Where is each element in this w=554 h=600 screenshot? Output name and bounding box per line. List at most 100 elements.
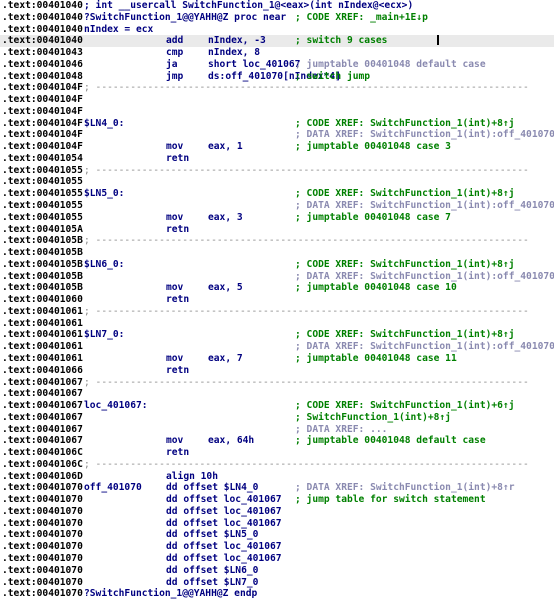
- line-comment: ; jumptable 00401048 case 7: [295, 211, 451, 223]
- listing-row[interactable]: .text:0040104F: [0, 106, 554, 118]
- listing-row[interactable]: .text:0040106C retn: [0, 447, 554, 459]
- listing-row[interactable]: .text:00401067 loc_401067: ; CODE XREF: Sw…: [0, 400, 554, 412]
- listing-row[interactable]: .text:00401067: [0, 388, 554, 400]
- listing-row[interactable]: .text:00401061; ------------------------…: [0, 306, 554, 318]
- separator-line: ; --------------------------------------…: [84, 458, 529, 470]
- listing-row[interactable]: .text:0040106D align 10h: [0, 471, 554, 483]
- line-address: .text:0040104F: [2, 129, 83, 141]
- listing-row[interactable]: .text:00401070 dd offset loc_401067: [0, 541, 554, 553]
- listing-row[interactable]: .text:0040105B mov eax, 5 ; jumptable 00401…: [0, 282, 554, 294]
- listing-row[interactable]: .text:00401048 jmp ds:off_401070[nIndex*4]…: [0, 71, 554, 83]
- disassembly-listing[interactable]: .text:00401040; int __usercall SwitchFun…: [0, 0, 554, 599]
- listing-row[interactable]: .text:00401040 add nIndex, -3 ; switch 9 ca…: [0, 35, 554, 48]
- listing-row[interactable]: .text:00401055; ------------------------…: [0, 165, 554, 177]
- listing-row[interactable]: .text:00401070 dd offset $LN5_0: [0, 529, 554, 541]
- instruction-operands: eax, 7: [208, 352, 243, 364]
- instruction-mnemonic: dd offset $LN4_0: [166, 482, 259, 494]
- listing-row[interactable]: .text:0040106C; ------------------------…: [0, 459, 554, 471]
- instruction-operands: nIndex, 8: [208, 47, 260, 59]
- line-address: .text:0040105A: [2, 223, 83, 235]
- line-address: .text:0040106D: [2, 470, 83, 482]
- label-text: ?SwitchFunction_1@@YAHH@Z endp: [84, 588, 258, 600]
- listing-row[interactable]: .text:00401060 retn: [0, 294, 554, 306]
- listing-row[interactable]: .text:00401070 dd offset $LN7_0: [0, 577, 554, 589]
- line-address: .text:0040105B: [2, 270, 83, 282]
- instruction-mnemonic: mov: [166, 141, 184, 153]
- line-address: .text:00401070: [2, 529, 83, 541]
- instruction-mnemonic: retn: [166, 447, 190, 459]
- line-address: .text:00401061: [2, 352, 83, 364]
- listing-row[interactable]: .text:00401055 mov eax, 3 ; jumptable 00401…: [0, 212, 554, 224]
- listing-row[interactable]: .text:00401070 ?SwitchFunction_1@@YAHH@Z …: [0, 588, 554, 600]
- listing-row[interactable]: .text:0040105B; ------------------------…: [0, 235, 554, 247]
- instruction-operands: eax, 64h: [208, 435, 255, 447]
- instruction-mnemonic: dd offset loc_401067: [166, 541, 282, 553]
- line-address: .text:00401067: [2, 388, 83, 400]
- label-text: nIndex = ecx: [84, 23, 154, 35]
- listing-row[interactable]: .text:00401055 ; DATA XREF: SwitchFunctio…: [0, 200, 554, 212]
- listing-row[interactable]: .text:00401061: [0, 318, 554, 330]
- instruction-operands: eax, 3: [208, 211, 243, 223]
- listing-row[interactable]: .text:0040105B ; DATA XREF: SwitchFunctio…: [0, 271, 554, 283]
- listing-row[interactable]: .text:00401070 dd offset loc_401067: [0, 506, 554, 518]
- line-address: .text:00401070: [2, 541, 83, 553]
- instruction-mnemonic: dd offset loc_401067: [166, 552, 282, 564]
- line-comment: ; switch jump: [295, 70, 371, 82]
- line-comment: ; jump table for switch statement: [295, 494, 486, 506]
- listing-row[interactable]: .text:00401040; int __usercall SwitchFun…: [0, 0, 554, 12]
- listing-row[interactable]: .text:00401043 cmp nIndex, 8: [0, 47, 554, 59]
- listing-row[interactable]: .text:00401070 dd offset $LN6_0: [0, 565, 554, 577]
- listing-row[interactable]: .text:00401070 dd offset loc_401067 ; jump…: [0, 494, 554, 506]
- listing-row[interactable]: .text:00401040 nIndex = ecx: [0, 24, 554, 36]
- listing-row[interactable]: .text:0040105A retn: [0, 224, 554, 236]
- listing-row[interactable]: .text:0040104F ; DATA XREF: SwitchFunctio…: [0, 129, 554, 141]
- instruction-mnemonic: mov: [166, 211, 184, 223]
- listing-row[interactable]: .text:0040104F; ------------------------…: [0, 82, 554, 94]
- instruction-mnemonic: dd offset $LN5_0: [166, 529, 259, 541]
- line-comment: ; DATA XREF: SwitchFunction_1(int):off_4…: [295, 200, 554, 212]
- line-address: .text:00401061: [2, 305, 83, 317]
- listing-row[interactable]: .text:00401046 ja short loc_401067; jumpta…: [0, 59, 554, 71]
- listing-row[interactable]: .text:00401067 ; SwitchFunction_1(int)+8↑…: [0, 412, 554, 424]
- line-address: .text:00401040: [2, 35, 83, 47]
- listing-row[interactable]: .text:00401055: [0, 176, 554, 188]
- instruction-mnemonic: mov: [166, 282, 184, 294]
- label-text: $LN7_0:: [84, 329, 125, 341]
- line-address: .text:00401061: [2, 341, 83, 353]
- instruction-mnemonic: cmp: [166, 47, 184, 59]
- line-address: .text:00401040: [2, 23, 83, 35]
- listing-row[interactable]: .text:0040104F: [0, 94, 554, 106]
- listing-row[interactable]: .text:00401067 mov eax, 64h ; jumptable 004…: [0, 435, 554, 447]
- listing-row[interactable]: .text:0040105B $LN6_0: ; CODE XREF: Switch…: [0, 259, 554, 271]
- listing-row[interactable]: .text:00401070 off_401070 dd offset $LN4_0…: [0, 482, 554, 494]
- line-address: .text:00401070: [2, 505, 83, 517]
- label-text: $LN4_0:: [84, 117, 125, 129]
- listing-row[interactable]: .text:00401067 ; DATA XREF: ...: [0, 424, 554, 436]
- listing-row[interactable]: .text:00401061 $LN7_0: ; CODE XREF: Switch…: [0, 329, 554, 341]
- line-address: .text:0040105B: [2, 282, 83, 294]
- listing-row[interactable]: .text:00401061 ; DATA XREF: SwitchFunctio…: [0, 341, 554, 353]
- line-address: .text:00401070: [2, 588, 83, 600]
- listing-row[interactable]: .text:0040104F mov eax, 1 ; jumptable 00401…: [0, 141, 554, 153]
- listing-row[interactable]: .text:0040105B: [0, 247, 554, 259]
- listing-row[interactable]: .text:0040104F $LN4_0: ; CODE XREF: Switch…: [0, 118, 554, 130]
- listing-row[interactable]: .text:00401070 dd offset loc_401067: [0, 518, 554, 530]
- listing-row[interactable]: .text:00401067; ------------------------…: [0, 377, 554, 389]
- line-comment: ; switch 9 cases: [295, 35, 388, 47]
- line-comment: ; jumptable 00401048 case 3: [295, 141, 451, 153]
- listing-row[interactable]: .text:00401061 mov eax, 7 ; jumptable 00401…: [0, 353, 554, 365]
- listing-row[interactable]: .text:00401066 retn: [0, 365, 554, 377]
- separator-line: ; --------------------------------------…: [84, 164, 529, 176]
- listing-row[interactable]: .text:00401054 retn: [0, 153, 554, 165]
- line-address: .text:00401067: [2, 435, 83, 447]
- listing-row[interactable]: .text:00401070 dd offset loc_401067: [0, 553, 554, 565]
- line-address: .text:00401055: [2, 188, 83, 200]
- line-address: .text:00401060: [2, 294, 83, 306]
- line-address: .text:0040105B: [2, 235, 83, 247]
- instruction-operands: eax, 5: [208, 282, 243, 294]
- line-address: .text:0040104F: [2, 105, 83, 117]
- line-address: .text:00401046: [2, 58, 83, 70]
- instruction-operands: nIndex, -3: [208, 35, 266, 47]
- listing-row[interactable]: .text:00401040 ?SwitchFunction_1@@YAHH@Z …: [0, 12, 554, 24]
- listing-row[interactable]: .text:00401055 $LN5_0: ; CODE XREF: Switch…: [0, 188, 554, 200]
